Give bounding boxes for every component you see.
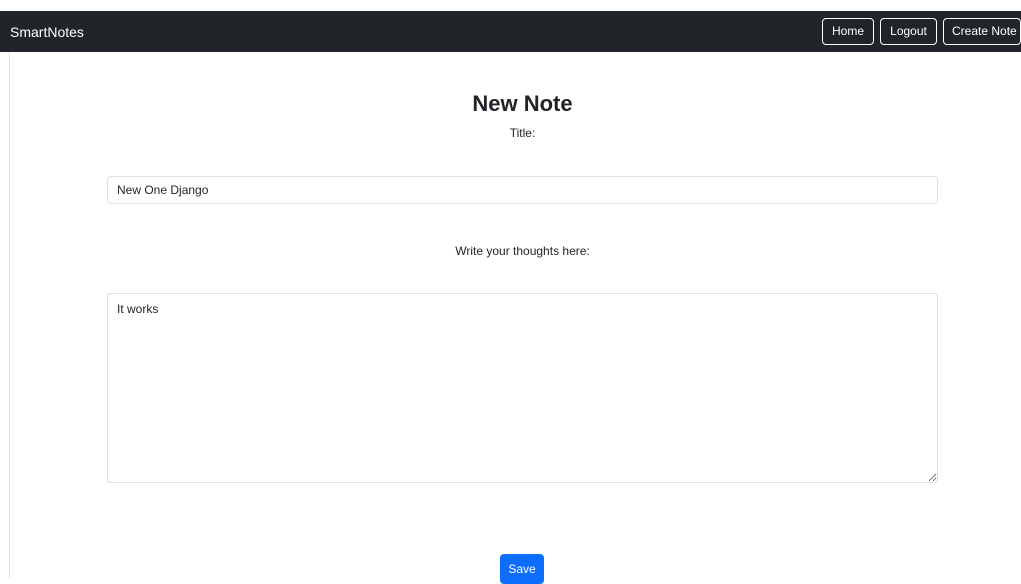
page-title: New Note	[472, 91, 573, 116]
body-textarea[interactable]: It works	[107, 293, 938, 483]
body-label: Write your thoughts here:	[455, 244, 590, 258]
top-strip	[0, 0, 1021, 11]
title-input[interactable]	[107, 176, 938, 204]
create-note-button[interactable]: Create Note	[943, 18, 1021, 45]
home-button[interactable]: Home	[822, 18, 874, 45]
navbar: SmartNotes Home Logout Create Note	[0, 11, 1021, 52]
save-button[interactable]: Save	[500, 554, 544, 584]
logout-button[interactable]: Logout	[880, 18, 937, 45]
title-label: Title:	[509, 126, 536, 140]
brand-link[interactable]: SmartNotes	[10, 23, 84, 41]
